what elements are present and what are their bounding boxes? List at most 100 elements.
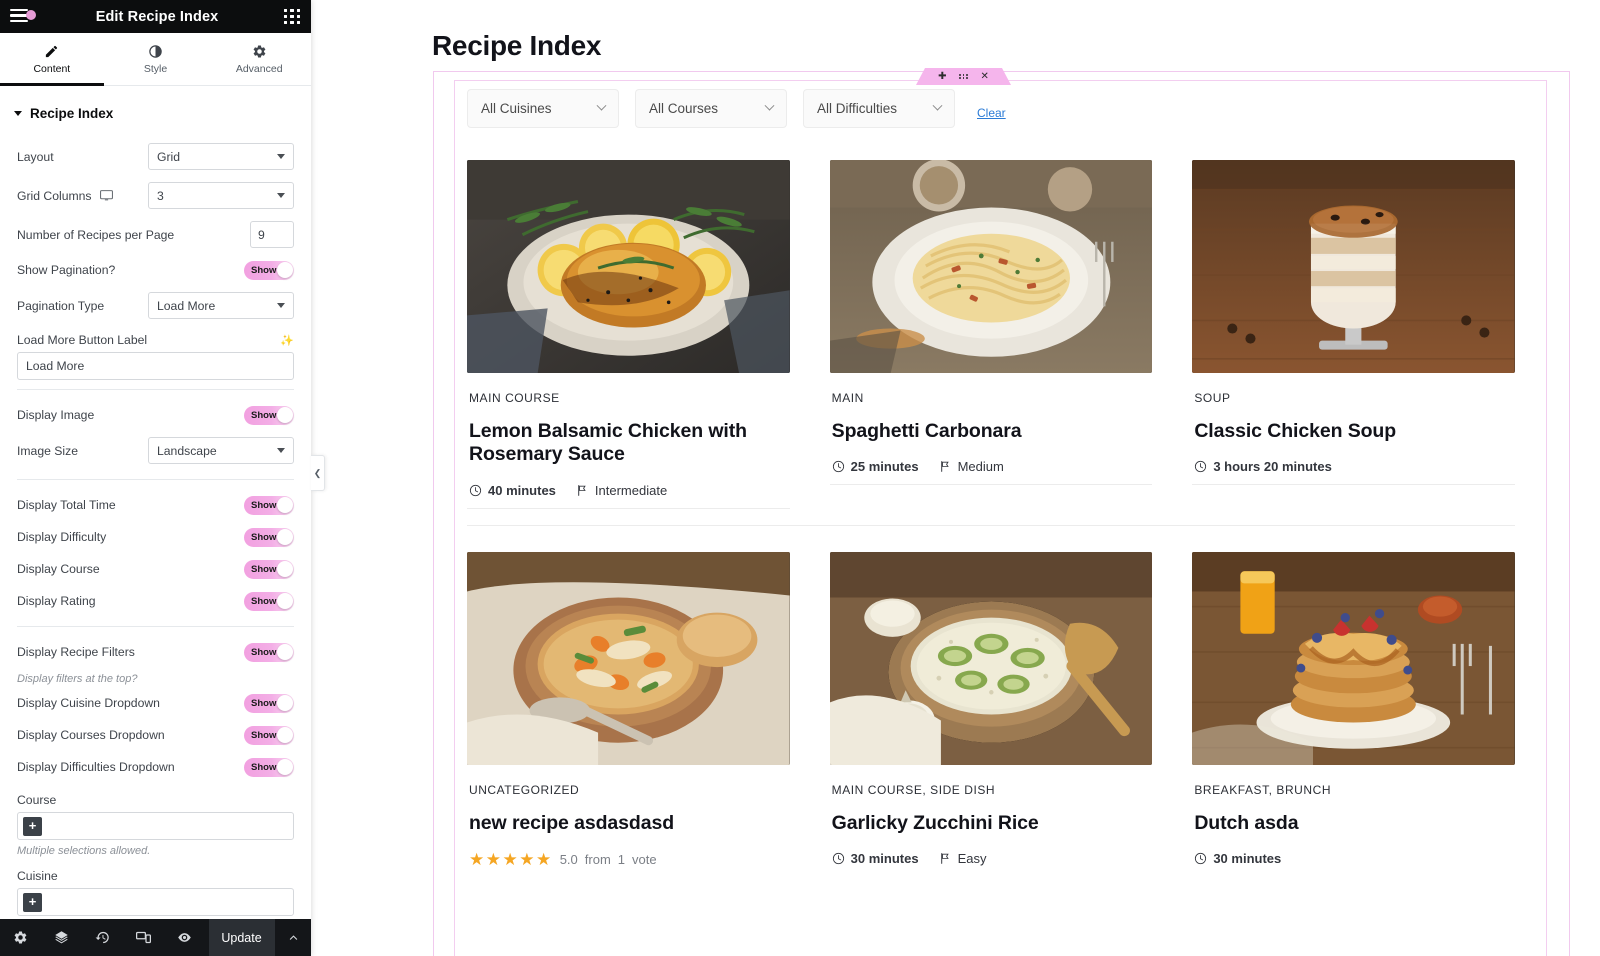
show-pagination-toggle[interactable]: Show [244,260,294,280]
toggle-label: Show [251,409,277,421]
tab-content[interactable]: Content [0,33,104,86]
display-course-toggle[interactable]: Show [244,559,294,579]
recipe-title[interactable]: Classic Chicken Soup [1194,420,1513,443]
display-total-time-toggle[interactable]: Show [244,495,294,515]
recipes-per-page-input[interactable]: 9 [250,221,294,248]
filter-difficulties-dropdown[interactable]: All Difficulties [803,89,955,128]
recipe-difficulty: Medium [939,459,1004,474]
apps-grid-icon[interactable] [284,9,301,24]
filter-difficulties-label: All Difficulties [817,101,898,116]
hamburger-icon[interactable] [10,8,36,25]
flag-icon [578,484,586,496]
recipe-card[interactable]: MAIN COURSE Lemon Balsamic Chicken with … [467,160,790,525]
panel-title: Edit Recipe Index [95,8,219,25]
control-display-image-label: Display Image [17,408,95,422]
card-divider [829,484,1153,486]
recipe-title[interactable]: Lemon Balsamic Chicken with Rosemary Sau… [469,420,788,467]
display-cuisine-dropdown-toggle[interactable]: Show [244,693,294,713]
recipe-card-body: SOUP Classic Chicken Soup 3 hours 20 min… [1192,373,1515,474]
divider [17,479,294,480]
course-tag-input[interactable]: + [17,812,294,840]
display-rating-toggle[interactable]: Show [244,591,294,611]
section-recipe-index[interactable]: Recipe Index [0,86,311,137]
rating-score: 5.0 [559,852,578,868]
layers-icon[interactable] [41,919,82,956]
control-image-size-label: Image Size [17,443,78,458]
recipe-grid: MAIN COURSE Lemon Balsamic Chicken with … [467,160,1515,884]
chevron-down-icon [932,100,943,111]
recipe-time: 25 minutes [832,459,919,474]
chevron-down-icon [277,193,285,198]
recipe-card[interactable]: UNCATEGORIZED new recipe asdasdasd ★★★★★… [467,551,790,884]
filter-courses-dropdown[interactable]: All Courses [635,89,787,128]
load-more-label-row: Load More Button Label ✨ [0,325,311,352]
chevron-down-icon [596,100,607,111]
layout-select[interactable]: Grid [148,143,294,170]
recipes-per-page-value: 9 [258,227,265,242]
clear-filters-link[interactable]: Clear [977,106,1006,120]
recipe-time-value: 25 minutes [850,459,919,475]
close-x-icon[interactable]: ✕ [981,72,989,82]
recipe-thumbnail[interactable] [467,160,790,373]
recipe-title[interactable]: new recipe asdasdasd [469,812,788,835]
display-courses-dropdown-toggle[interactable]: Show [244,725,294,745]
toggle-knob [276,727,293,743]
six-dot-drag-icon[interactable] [959,74,967,79]
page-title: Recipe Index [432,30,602,61]
cuisine-tag-input[interactable]: + [17,888,294,916]
recipe-card[interactable]: SOUP Classic Chicken Soup 3 hours 20 min… [1192,160,1515,525]
recipe-title[interactable]: Spaghetti Carbonara [832,420,1151,443]
chevron-up-icon[interactable] [274,919,311,956]
display-recipe-filters-toggle[interactable]: Show [244,642,294,662]
collapse-panel-button[interactable]: ❮ [311,455,325,491]
recipe-thumbnail[interactable] [1192,551,1515,765]
plus-icon[interactable]: ✚ [938,72,946,82]
control-display-total-time-label: Display Total Time [17,498,116,512]
update-button[interactable]: Update [209,919,274,956]
recipe-meta: 40 minutes Intermediate [469,483,788,498]
zucchini-rice-bowl-image [829,551,1153,765]
recipe-meta: 3 hours 20 minutes [1194,459,1513,474]
control-grid-columns: Grid Columns 3 [0,176,311,215]
monitor-icon[interactable] [99,190,113,201]
recipe-thumbnail[interactable] [467,551,790,765]
pagination-type-select[interactable]: Load More [148,292,294,319]
settings-icon[interactable] [0,919,41,956]
recipe-title[interactable]: Garlicky Zucchini Rice [832,812,1151,835]
recipe-thumbnail[interactable] [1192,160,1515,373]
grid-columns-select[interactable]: 3 [148,182,294,209]
preview-eye-icon[interactable] [164,919,205,956]
recipe-difficulty-value: Easy [957,851,987,867]
control-display-total-time: Display Total Time Show [0,489,311,521]
control-display-recipe-filters: Display Recipe Filters Show [0,636,311,668]
control-display-difficulties-dropdown-label: Display Difficulties Dropdown [17,760,175,774]
control-display-courses-dropdown: Display Courses Dropdown Show [0,719,311,751]
recipe-card[interactable]: MAIN COURSE, SIDE DISH Garlicky Zucchini… [829,551,1153,884]
plus-icon[interactable]: + [23,892,42,912]
layout-select-value: Grid [157,149,181,164]
load-more-button-label-value: Load More [26,359,85,373]
recipe-card[interactable]: BREAKFAST, BRUNCH Dutch asda 30 minutes [1192,551,1515,884]
display-image-toggle[interactable]: Show [244,405,294,425]
ai-sparkle-icon[interactable]: ✨ [280,334,294,347]
recipe-title[interactable]: Dutch asda [1194,812,1513,835]
tab-advanced-label: Advanced [235,62,283,75]
recipe-thumbnail[interactable] [829,160,1153,373]
tab-advanced[interactable]: Advanced [207,33,311,85]
history-icon[interactable] [82,919,123,956]
tab-style[interactable]: Style [104,33,208,85]
control-display-image: Display Image Show [0,399,311,431]
plus-icon[interactable]: + [23,816,42,836]
load-more-button-label-input[interactable]: Load More [17,352,294,380]
recipe-card[interactable]: MAIN Spaghetti Carbonara 25 minutes Medi… [829,160,1153,525]
cuisine-field-label: Cuisine [17,869,58,883]
display-difficulty-toggle[interactable]: Show [244,527,294,547]
image-size-select[interactable]: Landscape [148,437,294,464]
display-difficulties-dropdown-toggle[interactable]: Show [244,757,294,777]
recipe-time: 30 minutes [1194,851,1281,866]
control-display-courses-dropdown-label: Display Courses Dropdown [17,728,165,742]
filter-cuisines-dropdown[interactable]: All Cuisines [467,89,619,128]
responsive-icon[interactable] [123,919,164,956]
recipe-thumbnail[interactable] [829,551,1153,765]
divider [17,389,294,390]
